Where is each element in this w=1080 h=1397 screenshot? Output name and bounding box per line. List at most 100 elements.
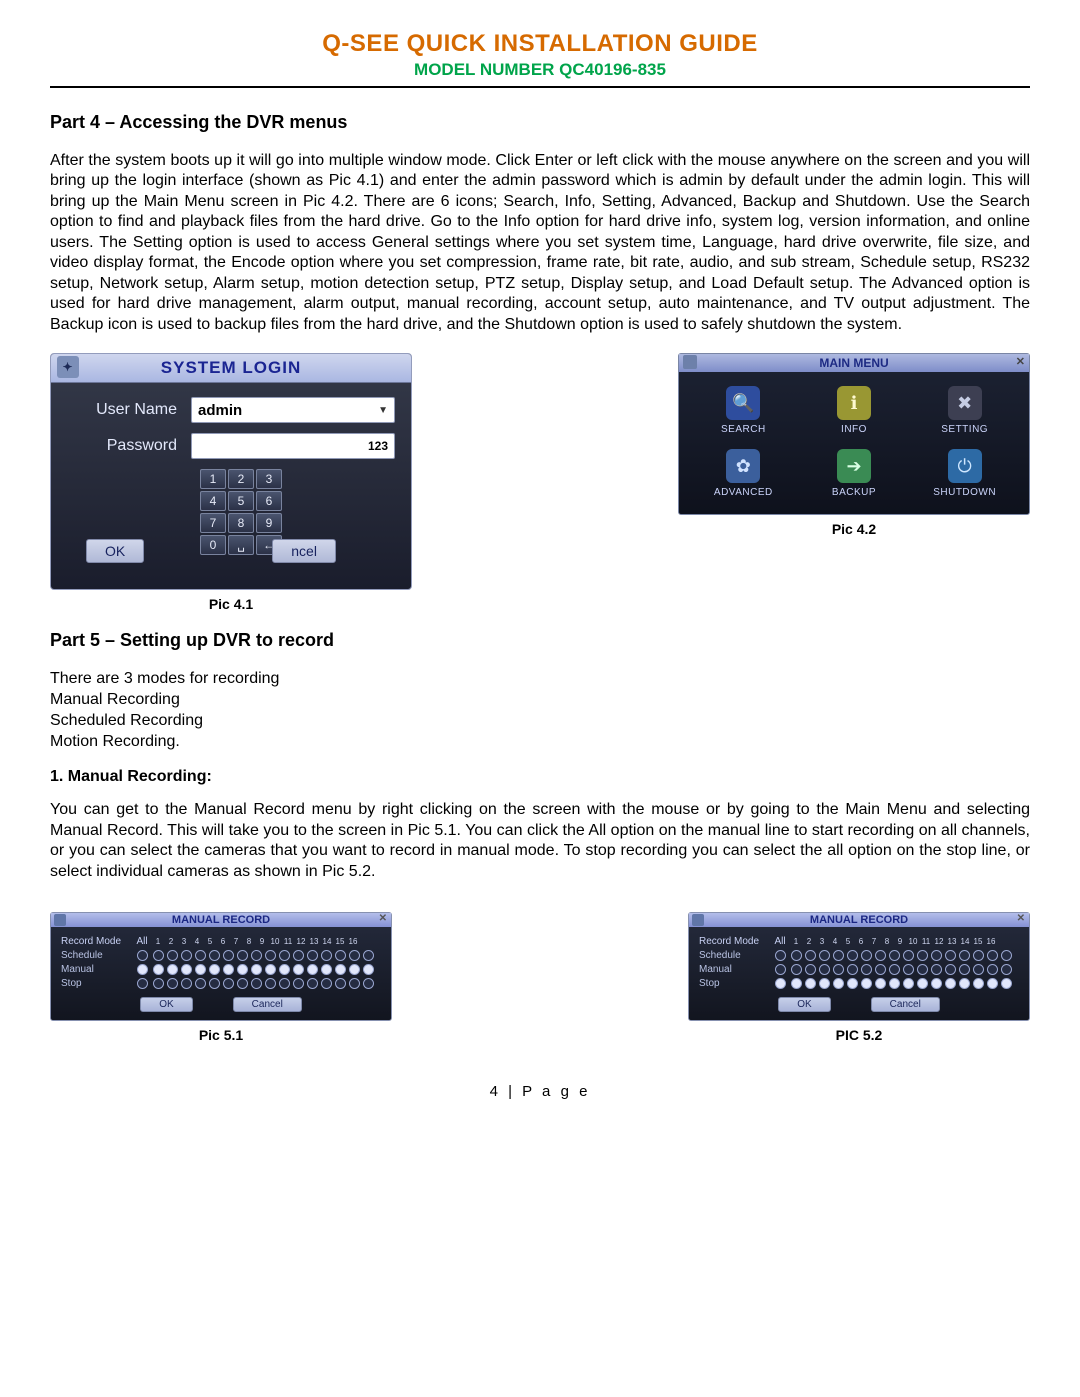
channel-radio[interactable] [1001, 978, 1012, 989]
channel-radio[interactable] [153, 964, 164, 975]
channel-radio[interactable] [903, 950, 914, 961]
channel-radio[interactable] [321, 978, 332, 989]
channel-radio[interactable] [195, 978, 206, 989]
channel-radio[interactable] [819, 978, 830, 989]
channel-radio[interactable] [363, 950, 374, 961]
all-radio[interactable] [775, 964, 786, 975]
channel-radio[interactable] [335, 978, 346, 989]
channel-radio[interactable] [237, 950, 248, 961]
channel-radio[interactable] [875, 964, 886, 975]
channel-radio[interactable] [833, 950, 844, 961]
channel-radio[interactable] [805, 964, 816, 975]
channel-radio[interactable] [973, 978, 984, 989]
channel-radio[interactable] [293, 978, 304, 989]
channel-radio[interactable] [181, 964, 192, 975]
channel-radio[interactable] [279, 964, 290, 975]
channel-radio[interactable] [889, 978, 900, 989]
menu-item-search[interactable]: 🔍SEARCH [691, 386, 796, 435]
channel-radio[interactable] [363, 964, 374, 975]
channel-radio[interactable] [819, 964, 830, 975]
channel-radio[interactable] [903, 964, 914, 975]
channel-radio[interactable] [875, 978, 886, 989]
channel-radio[interactable] [209, 978, 220, 989]
channel-radio[interactable] [349, 978, 360, 989]
channel-radio[interactable] [293, 950, 304, 961]
channel-radio[interactable] [349, 950, 360, 961]
channel-radio[interactable] [819, 950, 830, 961]
channel-radio[interactable] [265, 950, 276, 961]
menu-item-info[interactable]: ℹINFO [802, 386, 907, 435]
channel-radio[interactable] [987, 964, 998, 975]
all-radio[interactable] [137, 964, 148, 975]
channel-radio[interactable] [223, 964, 234, 975]
channel-radio[interactable] [167, 950, 178, 961]
mr-ok-button[interactable]: OK [140, 997, 192, 1012]
channel-radio[interactable] [251, 950, 262, 961]
channel-radio[interactable] [335, 950, 346, 961]
channel-radio[interactable] [195, 964, 206, 975]
channel-radio[interactable] [223, 950, 234, 961]
channel-radio[interactable] [931, 950, 942, 961]
channel-radio[interactable] [251, 978, 262, 989]
close-icon[interactable]: ✕ [1017, 913, 1025, 924]
channel-radio[interactable] [791, 964, 802, 975]
channel-radio[interactable] [945, 964, 956, 975]
login-ok-button[interactable]: OK [86, 539, 144, 563]
channel-radio[interactable] [209, 950, 220, 961]
channel-radio[interactable] [833, 964, 844, 975]
channel-radio[interactable] [223, 978, 234, 989]
username-input[interactable]: admin ▼ [191, 397, 395, 423]
channel-radio[interactable] [959, 950, 970, 961]
channel-radio[interactable] [265, 964, 276, 975]
channel-radio[interactable] [861, 964, 872, 975]
all-radio[interactable] [775, 978, 786, 989]
channel-radio[interactable] [251, 964, 262, 975]
channel-radio[interactable] [181, 950, 192, 961]
keypad-key[interactable]: 3 [256, 469, 282, 489]
channel-radio[interactable] [847, 978, 858, 989]
channel-radio[interactable] [875, 950, 886, 961]
channel-radio[interactable] [973, 964, 984, 975]
channel-radio[interactable] [307, 950, 318, 961]
channel-radio[interactable] [321, 950, 332, 961]
menu-item-advanced[interactable]: ✿ADVANCED [691, 449, 796, 498]
channel-radio[interactable] [1001, 964, 1012, 975]
channel-radio[interactable] [805, 978, 816, 989]
channel-radio[interactable] [167, 978, 178, 989]
menu-item-shutdown[interactable]: ⏻SHUTDOWN [912, 449, 1017, 498]
channel-radio[interactable] [153, 978, 164, 989]
channel-radio[interactable] [805, 950, 816, 961]
all-radio[interactable] [775, 950, 786, 961]
channel-radio[interactable] [279, 950, 290, 961]
channel-radio[interactable] [307, 978, 318, 989]
dropdown-icon[interactable]: ▼ [378, 405, 388, 416]
channel-radio[interactable] [209, 964, 220, 975]
channel-radio[interactable] [987, 978, 998, 989]
channel-radio[interactable] [959, 978, 970, 989]
channel-radio[interactable] [987, 950, 998, 961]
channel-radio[interactable] [917, 950, 928, 961]
menu-item-backup[interactable]: ➔BACKUP [802, 449, 907, 498]
channel-radio[interactable] [167, 964, 178, 975]
channel-radio[interactable] [237, 978, 248, 989]
all-radio[interactable] [137, 978, 148, 989]
close-icon[interactable]: ✕ [379, 913, 387, 924]
channel-radio[interactable] [861, 950, 872, 961]
channel-radio[interactable] [293, 964, 304, 975]
channel-radio[interactable] [363, 978, 374, 989]
close-icon[interactable]: ✕ [1016, 355, 1025, 368]
channel-radio[interactable] [279, 978, 290, 989]
keypad-key[interactable]: ␣ [228, 535, 254, 555]
password-input[interactable]: 123 [191, 433, 395, 459]
channel-radio[interactable] [349, 964, 360, 975]
channel-radio[interactable] [945, 950, 956, 961]
all-radio[interactable] [137, 950, 148, 961]
login-cancel-button[interactable]: ncel [272, 539, 336, 563]
mr-ok-button[interactable]: OK [778, 997, 830, 1012]
channel-radio[interactable] [153, 950, 164, 961]
channel-radio[interactable] [903, 978, 914, 989]
channel-radio[interactable] [307, 964, 318, 975]
channel-radio[interactable] [959, 964, 970, 975]
keypad-key[interactable]: 1 [200, 469, 226, 489]
channel-radio[interactable] [181, 978, 192, 989]
